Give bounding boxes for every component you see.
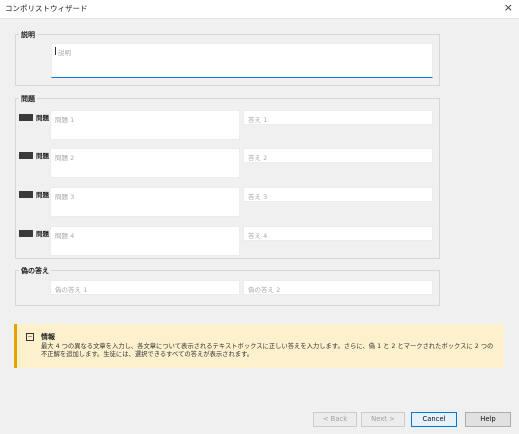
text-caret xyxy=(55,47,56,55)
wizard-window: コンポリストウィザード × 説明 説明 問題 問題 1 問題 1 答え 1 問題… xyxy=(0,0,519,434)
answer-input-2[interactable]: 答え 2 xyxy=(243,148,433,163)
question-input-4[interactable]: 問題 4 xyxy=(50,226,240,256)
description-placeholder: 説明 xyxy=(58,49,71,57)
info-text: 最大 4 つの異なる文章を入力し、各文章について表示されるテキストボックスに正し… xyxy=(41,343,494,358)
answer-input-3[interactable]: 答え 3 xyxy=(243,187,433,202)
description-label: 説明 xyxy=(19,30,37,40)
distractor-input-1[interactable]: 偽の答え 1 xyxy=(50,280,240,295)
question-input-2[interactable]: 問題 2 xyxy=(50,148,240,178)
info-icon: − xyxy=(26,333,34,341)
question-input-3[interactable]: 問題 3 xyxy=(50,187,240,217)
question-label-box xyxy=(19,230,33,237)
question-label-box xyxy=(19,152,33,159)
distractor-input-2[interactable]: 偽の答え 2 xyxy=(243,280,433,295)
window-title: コンポリストウィザード xyxy=(5,4,88,13)
help-button[interactable]: Help xyxy=(465,412,511,427)
question-label-box xyxy=(19,191,33,198)
cancel-button[interactable]: Cancel xyxy=(411,412,457,427)
questions-label: 問題 xyxy=(19,94,37,104)
back-button[interactable]: < Back xyxy=(313,412,357,427)
description-input[interactable]: 説明 xyxy=(51,43,433,78)
question-label-box xyxy=(19,114,33,121)
answer-input-1[interactable]: 答え 1 xyxy=(243,110,433,125)
answer-input-4[interactable]: 答え 4 xyxy=(243,226,433,241)
distractors-label: 偽の答え xyxy=(19,266,51,276)
info-panel: − 情報 最大 4 つの異なる文章を入力し、各文章について表示されるテキストボッ… xyxy=(14,324,504,368)
next-button[interactable]: Next > xyxy=(361,412,405,427)
question-input-1[interactable]: 問題 1 xyxy=(50,110,240,140)
title-bar: コンポリストウィザード × xyxy=(0,0,519,19)
close-icon[interactable]: × xyxy=(504,1,513,15)
info-title: 情報 xyxy=(41,333,55,341)
